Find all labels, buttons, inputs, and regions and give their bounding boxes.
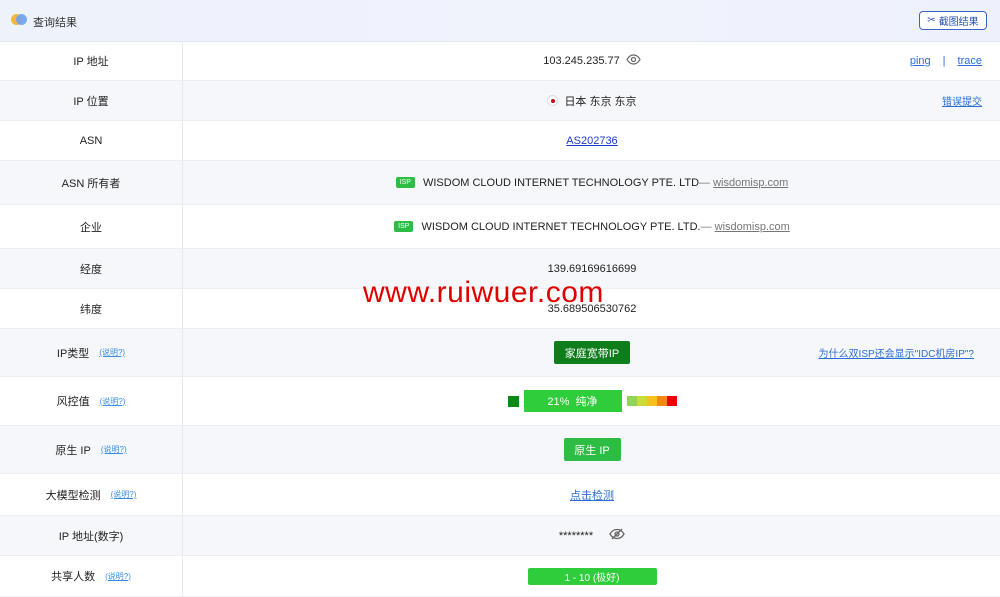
risk-indicator [507,395,519,407]
help-link[interactable]: (说明?) [111,489,137,500]
row-shared-users: 共享人数 (说明?) 1 - 10 (极好) [0,556,1000,597]
row-ip-location: IP 位置 日本 东京 东京 错误提交 [0,81,1000,121]
risk-meter: 21% 纯净 [507,390,677,412]
ping-link[interactable]: ping [910,55,931,67]
asn-owner-name: WISDOM CLOUD INTERNET TECHNOLOGY PTE. LT… [422,176,700,189]
row-asn-owner: ASN 所有者 ISP WISDOM CLOUD INTERNET TECHNO… [0,161,1000,205]
row-ip-type: IP类型 (说明?) 家庭宽带IP 为什么双ISP还会显示"IDC机房IP"? [0,329,1000,377]
dash: — [700,220,715,233]
ip-numeric-value: ******** [558,529,594,542]
row-label: IP 地址 [0,42,183,80]
eye-icon[interactable] [626,54,641,68]
eye-off-icon[interactable] [609,528,625,543]
row-ip-numeric: IP 地址(数字) ******** [0,516,1000,556]
result-header: 查询结果 ✂ 截图结果 [0,0,1000,42]
link-separator: | [942,55,946,67]
row-company: 企业 ISP WISDOM CLOUD INTERNET TECHNOLOGY … [0,205,1000,249]
location-value: 日本 东京 东京 [564,95,637,108]
watermark: www.ruiwuer.com [363,276,604,309]
header-title: 查询结果 [33,17,77,29]
row-label: IP 地址(数字) [0,516,183,555]
company-domain-link[interactable]: wisdomisp.com [715,221,790,233]
company-name: WISDOM CLOUD INTERNET TECHNOLOGY PTE. LT… [421,220,701,233]
row-label: ASN 所有者 [0,161,183,204]
row-ip-address: IP 地址 103.245.235.77 ping | trace [0,42,1000,81]
screenshot-button-label: 截图结果 [938,17,979,28]
help-link[interactable]: (说明?) [100,396,126,407]
japan-flag-icon [547,95,559,106]
report-error-link[interactable]: 错误提交 [942,93,982,108]
dash: — [699,176,714,189]
help-link[interactable]: (说明?) [101,444,127,455]
row-label: 纬度 [0,289,183,328]
asn-link[interactable]: AS202736 [566,135,617,147]
detect-link[interactable]: 点击检测 [570,487,614,503]
shared-users-badge: 1 - 10 (极好) [527,567,657,585]
isp-badge: ISP [395,177,415,188]
help-link[interactable]: (说明?) [105,571,131,582]
asn-owner-domain-link[interactable]: wisdomisp.com [713,177,788,189]
row-llm-detection: 大模型检测 (说明?) 点击检测 [0,474,1000,516]
ip-type-question-link[interactable]: 为什么双ISP还会显示"IDC机房IP"? [819,345,974,360]
row-label: 大模型检测 [45,489,101,502]
ip-address-value: 103.245.235.77 [543,55,620,67]
row-label: 共享人数 [51,571,96,583]
row-asn: ASN AS202736 [0,121,1000,161]
screenshot-button[interactable]: ✂ 截图结果 [919,11,987,30]
row-label: 原生 IP [55,444,91,457]
row-label: 风控值 [56,396,90,408]
help-link[interactable]: (说明?) [99,347,125,358]
scissors-icon: ✂ [927,15,936,26]
ip-type-badge: 家庭宽带IP [554,341,630,364]
row-label: 企业 [0,205,183,248]
row-label: IP 位置 [0,81,183,120]
risk-score-bar: 21% 纯净 [523,390,622,412]
row-label: 经度 [0,249,183,288]
risk-scale [626,396,677,406]
isp-badge: ISP [394,221,414,232]
longitude-value: 139.69169616699 [547,262,637,275]
row-label: ASN [0,121,183,160]
native-ip-badge: 原生 IP [563,438,621,461]
row-native-ip: 原生 IP (说明?) 原生 IP [0,426,1000,474]
row-risk-score: 风控值 (说明?) 21% 纯净 [0,377,1000,426]
trace-link[interactable]: trace [958,55,982,67]
logo-icon [11,14,27,26]
row-label: IP类型 [56,347,90,360]
